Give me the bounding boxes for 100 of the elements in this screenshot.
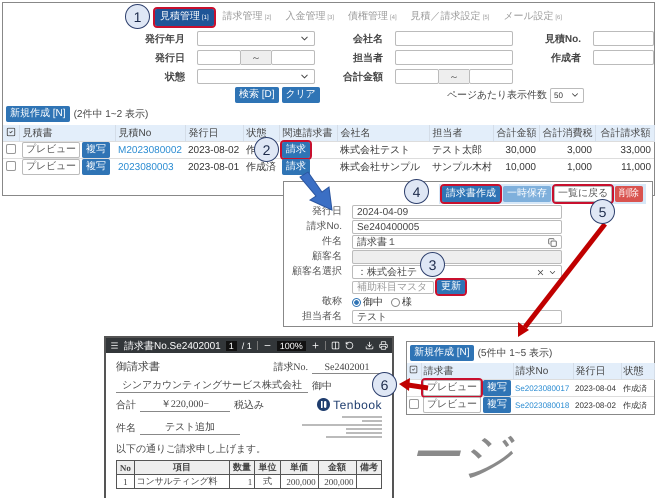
invoice-button[interactable]: 請求 [282, 142, 310, 158]
copy-button[interactable]: 複写 [82, 142, 110, 158]
clear-button[interactable]: クリア [282, 87, 320, 103]
subject-text: テスト追加 [140, 420, 240, 434]
column-header: 合計請求額 [595, 125, 654, 142]
filter-label: 合計金額 [342, 70, 383, 84]
result-count: (2件中 1~2 表示) [74, 108, 148, 121]
document-title: 請求書No.Se2402001 [124, 340, 221, 352]
column-header: 単価 [280, 460, 318, 474]
copy-button[interactable]: 複写 [82, 159, 110, 176]
input-field[interactable] [395, 50, 513, 65]
table-cell: 作成済 [246, 162, 276, 174]
zoom-in-icon[interactable] [310, 341, 320, 350]
field-label: 顧客名 [311, 250, 342, 264]
column-header: 会社名 [337, 125, 429, 142]
preview-button[interactable]: プレビュー [22, 159, 80, 176]
result-count: (5件中 1~5 表示) [478, 346, 552, 360]
invoice-link[interactable]: Se2023080017 [515, 384, 570, 392]
column-header: 担当者 [429, 125, 493, 142]
rotate-icon[interactable] [344, 341, 354, 350]
document-heading: 御請求書 [116, 360, 160, 374]
checkbox-icon[interactable] [6, 126, 16, 136]
copy-button[interactable]: 複写 [483, 397, 511, 414]
table-cell: サンプル木村 [432, 162, 492, 174]
checkbox[interactable] [6, 144, 16, 154]
update-button[interactable]: 更新 [437, 280, 465, 294]
table-cell: 33,000 [620, 144, 651, 156]
filter-label: 会社名 [352, 32, 383, 46]
table-cell: 2023-08-02 [575, 400, 616, 410]
column-header: 見積No [115, 125, 185, 142]
input-field[interactable] [593, 31, 654, 46]
table-cell: テスト太郎 [432, 145, 482, 156]
table-cell: 3,000 [566, 144, 592, 156]
table-cell: 式 [254, 474, 280, 488]
download-icon[interactable] [365, 341, 374, 350]
input-field[interactable]: 2024-04-09 [352, 205, 562, 219]
estimate-link[interactable]: 2023080003 [118, 162, 174, 173]
input-field[interactable] [593, 50, 654, 65]
input-field[interactable] [197, 50, 241, 65]
field-label: 請求No. [305, 220, 342, 234]
input-field[interactable]: 請求書１ [352, 235, 562, 249]
table-cell: 10,000 [505, 162, 536, 173]
filter-label: 担当者 [352, 52, 383, 64]
toolbar-button[interactable]: 請求書作成 [442, 186, 500, 202]
menu-icon[interactable] [110, 341, 119, 350]
zoom-field[interactable]: 100% [276, 340, 306, 350]
total-label: 合計 [116, 398, 136, 412]
input-field[interactable] [395, 31, 513, 46]
checkbox[interactable] [6, 160, 16, 171]
toolbar-button[interactable]: 削除 [615, 186, 643, 202]
page-count: / 1 [242, 340, 252, 350]
input-field[interactable] [395, 69, 439, 84]
input-field[interactable]: Se240400005 [352, 220, 562, 234]
column-header: 状態 [621, 363, 654, 380]
copy-icon[interactable] [548, 238, 557, 246]
copy-button[interactable]: 複写 [483, 380, 511, 396]
new-button[interactable]: 新規作成 [N] [410, 345, 474, 361]
select-field[interactable] [197, 69, 315, 84]
column-header: 合計消費税 [539, 125, 595, 142]
table-cell: 作成済 [623, 400, 647, 410]
per-page-select[interactable]: 50 [550, 88, 584, 102]
filter-label: 発行日 [154, 52, 185, 64]
select-field[interactable] [197, 31, 315, 46]
print-icon[interactable] [379, 341, 388, 350]
table-cell: 200,000 [318, 474, 356, 488]
page-field[interactable]: 1 [226, 340, 237, 350]
filter-label: 状態 [164, 70, 185, 84]
preview-button[interactable]: プレビュー [22, 142, 80, 158]
filter-label: 発行年月 [144, 32, 185, 46]
invoice-link[interactable]: Se2023080018 [515, 400, 570, 410]
subject-label: 件名 [116, 422, 136, 434]
table-cell: 2023-08-02 [188, 144, 240, 156]
radio-option[interactable]: 御中 [352, 295, 383, 309]
invoice-number: Se2402001 [312, 362, 382, 374]
range-separator: ～ [439, 69, 469, 84]
toolbar-button[interactable]: 一覧に戻る [554, 186, 612, 202]
filter-label: 見積No. [544, 32, 581, 46]
column-header: 請求No [513, 363, 573, 380]
radio-option[interactable]: 様 [391, 295, 412, 309]
preview-button[interactable]: プレビュー [423, 397, 481, 414]
checkbox[interactable] [409, 399, 419, 410]
table-cell: 1,000 [566, 162, 592, 173]
columns-icon[interactable] [330, 341, 340, 350]
column-header: 項目 [134, 460, 230, 474]
input-field[interactable] [469, 69, 513, 84]
estimate-link[interactable]: M2023080002 [118, 144, 182, 156]
close-icon[interactable] [536, 268, 545, 276]
table-cell: 30,000 [505, 144, 536, 156]
table-cell: 作成済 [623, 384, 647, 392]
search-button[interactable]: 検索 [D] [235, 87, 279, 103]
range-separator: ～ [241, 50, 271, 65]
field-label: 顧客名選択 [291, 265, 342, 279]
field-label: 件名 [321, 235, 342, 249]
invoice-button[interactable]: 請求 [282, 159, 310, 176]
new-button[interactable]: 新規作成 [N] [6, 106, 70, 122]
checkbox-icon[interactable] [409, 365, 418, 374]
input-field[interactable]: テスト [352, 310, 562, 324]
input-field[interactable]: 補助科目マスタ [352, 280, 434, 294]
table-cell: 200,000 [280, 474, 318, 488]
input-field[interactable] [271, 50, 315, 65]
